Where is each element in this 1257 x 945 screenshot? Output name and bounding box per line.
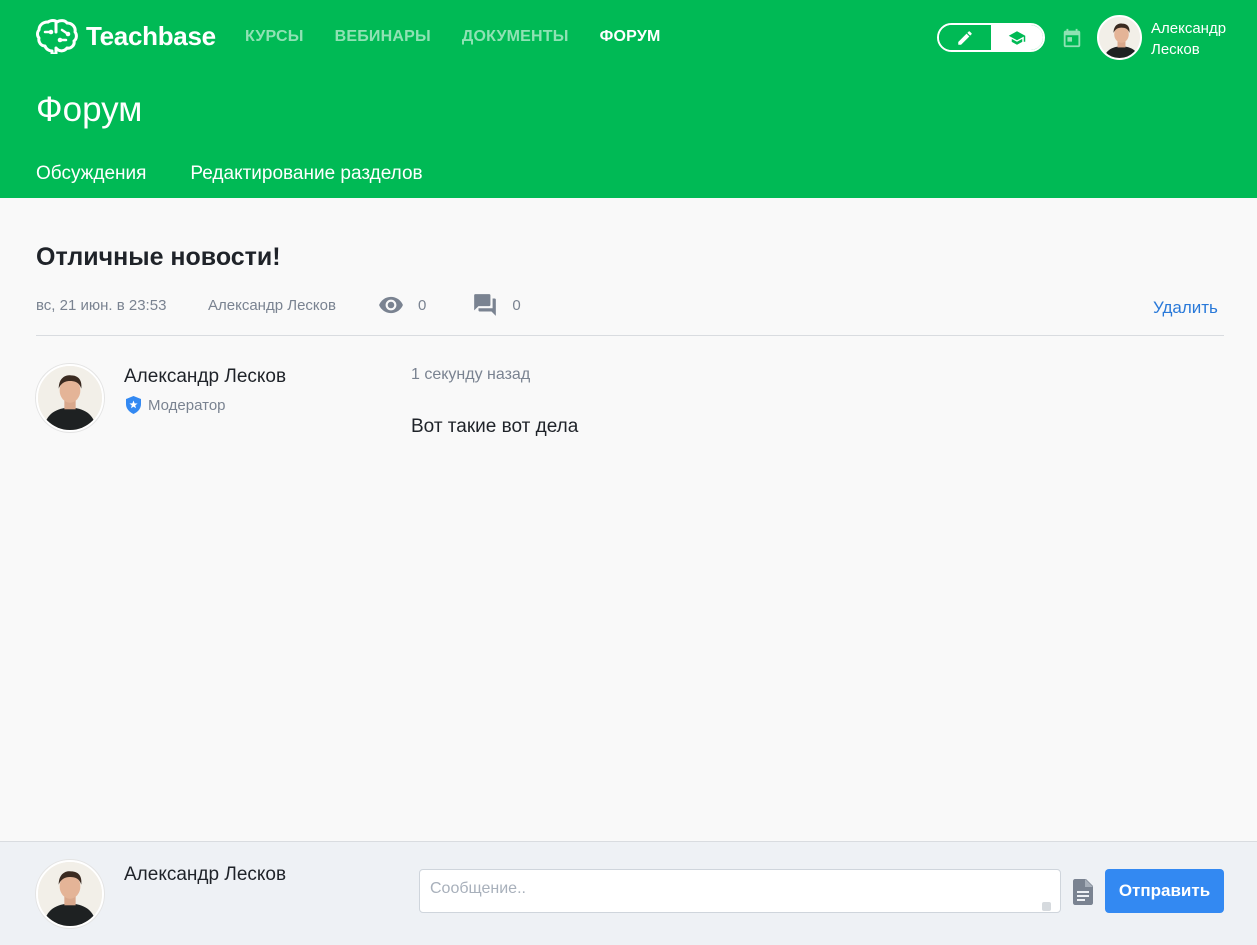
send-button[interactable]: Отправить (1105, 869, 1224, 913)
post-author-role: Модератор (125, 396, 226, 414)
views-stat: 0 (378, 292, 426, 318)
topic-date: вс, 21 июн. в 23:53 (36, 296, 167, 314)
nav-webinars[interactable]: ВЕБИНАРЫ (335, 28, 431, 46)
replies-count: 0 (512, 296, 521, 314)
topic-author: Александр Лесков (208, 296, 336, 314)
editor-mode-button[interactable] (939, 25, 991, 50)
nav-documents[interactable]: ДОКУМЕНТЫ (462, 28, 569, 46)
textarea-resize-handle[interactable] (1042, 902, 1051, 911)
header-user-name[interactable]: Александр Лесков (1151, 18, 1226, 60)
main-nav: КУРСЫ ВЕБИНАРЫ ДОКУМЕНТЫ ФОРУМ (245, 28, 661, 46)
brand-name: Teachbase (86, 20, 216, 51)
page-title: Форум (36, 90, 143, 129)
app-header: Teachbase КУРСЫ ВЕБИНАРЫ ДОКУМЕНТЫ ФОРУМ… (0, 0, 1257, 198)
topic-title: Отличные новости! (36, 243, 281, 271)
replies-stat: 0 (472, 292, 521, 318)
calendar-icon[interactable] (1061, 27, 1083, 49)
post-author-name[interactable]: Александр Лесков (124, 366, 286, 388)
tab-discussions[interactable]: Обсуждения (36, 163, 146, 185)
student-mode-button[interactable] (991, 25, 1043, 50)
brain-logo-icon (36, 19, 78, 54)
header-user-last-name: Лесков (1151, 41, 1200, 58)
forum-icon (474, 294, 497, 316)
brand-logo[interactable]: Teachbase (36, 18, 216, 54)
nav-forum[interactable]: ФОРУМ (600, 28, 661, 46)
composer-avatar (36, 860, 104, 928)
eye-icon (379, 296, 403, 314)
message-input[interactable] (419, 869, 1061, 913)
topic-meta: вс, 21 июн. в 23:53 Александр Лесков 0 0 (36, 294, 567, 316)
topic-divider (36, 335, 1224, 336)
post-author-avatar[interactable] (36, 364, 104, 432)
tab-edit-sections[interactable]: Редактирование разделов (190, 163, 422, 185)
composer-author-name: Александр Лесков (124, 864, 287, 885)
graduation-cap-icon (1008, 30, 1026, 45)
moderator-shield-icon (126, 396, 141, 414)
post-timestamp: 1 секунду назад (411, 366, 531, 383)
attach-file-icon[interactable] (1073, 879, 1093, 905)
delete-topic-link[interactable]: Удалить (1153, 298, 1218, 318)
forum-subnav: Обсуждения Редактирование разделов (36, 163, 423, 185)
post-role-label: Модератор (148, 396, 226, 414)
pencil-icon (958, 30, 972, 45)
header-user-first-name: Александр (1151, 20, 1227, 37)
post-body: Вот такие вот дела (411, 416, 579, 437)
header-user-avatar[interactable] (1097, 15, 1142, 60)
mode-toggle (937, 23, 1045, 52)
nav-courses[interactable]: КУРСЫ (245, 28, 304, 46)
reply-composer: Александр Лесков Отправить (0, 841, 1257, 945)
views-count: 0 (418, 296, 427, 314)
